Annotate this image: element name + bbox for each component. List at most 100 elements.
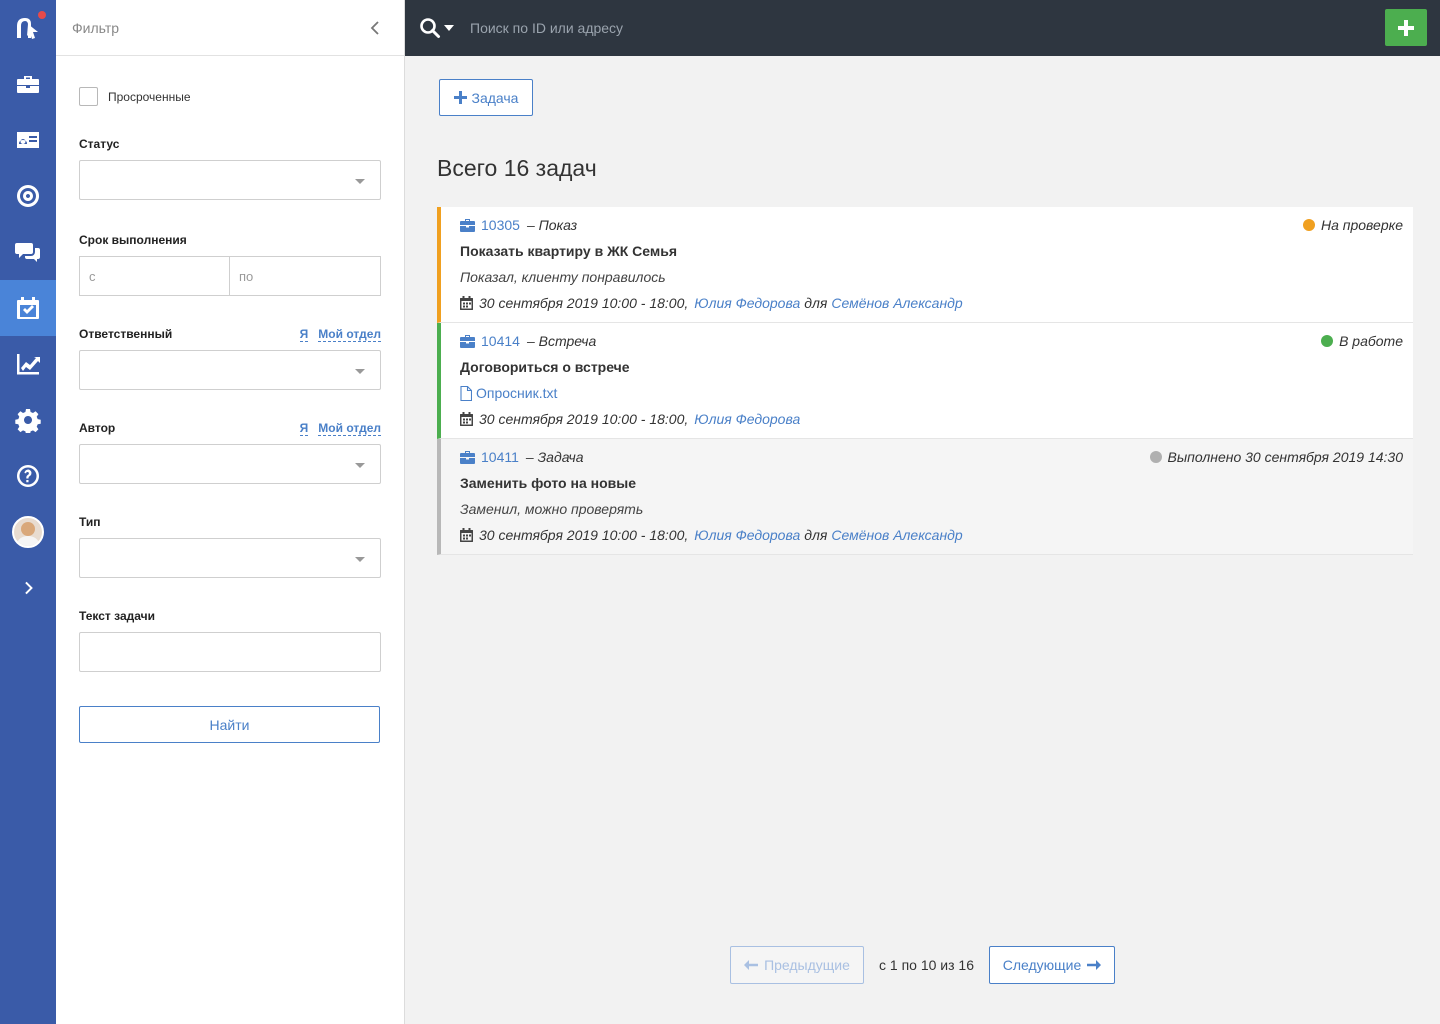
for-word: для [804, 527, 828, 543]
overdue-filter[interactable]: Просроченные [79, 87, 381, 106]
pagination: Предыдущие с 1 по 10 из 16 Следующие [730, 946, 1115, 984]
task-id-link[interactable]: 10411 [481, 449, 519, 465]
attachment[interactable]: Опросник.txt [460, 385, 1403, 401]
task-text-input[interactable] [79, 632, 381, 672]
status-badge: Выполнено 30 сентября 2019 14:30 [1149, 449, 1403, 465]
help-icon [17, 465, 40, 487]
task-list: 10305 – Показ На проверке Показать кварт… [437, 207, 1413, 555]
logo-icon [17, 18, 38, 39]
plus-icon [1398, 19, 1414, 36]
for-word: для [804, 295, 828, 311]
task-card[interactable]: 10411 – Задача Выполнено 30 сентября 201… [437, 439, 1413, 555]
chevron-left-icon [370, 20, 379, 35]
author-select[interactable] [79, 444, 381, 484]
prev-page-label: Предыдущие [764, 957, 850, 973]
overdue-label: Просроченные [108, 89, 191, 104]
logo[interactable] [0, 0, 56, 56]
page-info: с 1 по 10 из 16 [879, 957, 974, 973]
plus-icon [453, 91, 467, 104]
target-icon [17, 185, 40, 207]
sidebar-item-chat[interactable] [0, 224, 56, 280]
responsible-me-link[interactable]: Я [299, 327, 309, 342]
prev-page-button[interactable]: Предыдущие [730, 946, 864, 984]
filter-title: Фильтр [72, 19, 120, 36]
deadline-from-input[interactable] [79, 256, 230, 296]
task-type: – Показ [526, 217, 578, 233]
status-dot [1302, 219, 1315, 231]
page-title: Всего 16 задач [437, 155, 597, 181]
task-type: – Задача [525, 449, 584, 465]
client-link[interactable]: Семёнов Александр [831, 295, 962, 311]
filter-panel: Фильтр Просроченные Статус Срок выполнен… [56, 0, 405, 1024]
type-select[interactable] [79, 538, 381, 578]
chevron-right-icon [25, 581, 33, 595]
arrow-left-icon [744, 960, 759, 970]
task-card[interactable]: 10414 – Встреча В работе Договориться о … [437, 323, 1413, 439]
sidebar-item-help[interactable] [0, 448, 56, 504]
sidebar-item-goals[interactable] [0, 168, 56, 224]
search-input[interactable]: Поиск по ID или адресу [470, 20, 623, 36]
top-bar: Поиск по ID или адресу [405, 0, 1440, 56]
chart-icon [17, 354, 40, 375]
overdue-checkbox[interactable] [79, 87, 98, 106]
next-page-label: Следующие [1002, 957, 1082, 973]
client-link[interactable]: Семёнов Александр [831, 527, 962, 543]
briefcase-icon [460, 334, 475, 348]
status-dot [1321, 335, 1334, 347]
collapse-filter-button[interactable] [364, 16, 388, 40]
next-page-button[interactable]: Следующие [989, 946, 1115, 984]
author-my-dept-link[interactable]: Мой отдел [318, 421, 381, 436]
new-task-button[interactable]: Задача [439, 79, 533, 116]
sidebar-item-analytics[interactable] [0, 336, 56, 392]
calendar-icon [460, 296, 473, 310]
calendar-icon [460, 528, 473, 542]
filter-header: Фильтр [56, 0, 404, 56]
briefcase-icon [460, 218, 475, 232]
task-date: 30 сентября 2019 10:00 - 18:00, [479, 295, 689, 311]
task-card[interactable]: 10305 – Показ На проверке Показать кварт… [437, 207, 1413, 323]
author-me-link[interactable]: Я [299, 421, 309, 436]
chat-icon [15, 243, 40, 262]
sidebar-item-contacts[interactable] [0, 112, 56, 168]
task-id-link[interactable]: 10414 [481, 333, 520, 349]
briefcase-icon [460, 450, 475, 464]
attachment-link[interactable]: Опросник.txt [476, 385, 557, 401]
responsible-my-dept-link[interactable]: Мой отдел [318, 327, 381, 342]
status-badge: На проверке [1302, 217, 1403, 233]
add-button[interactable] [1385, 9, 1427, 46]
deadline-range [79, 256, 381, 296]
status-dot [1149, 451, 1162, 463]
status-select[interactable] [79, 160, 381, 200]
assignee-link[interactable]: Юлия Федорова [694, 411, 800, 427]
deadline-label: Срок выполнения [79, 233, 187, 247]
assignee-link[interactable]: Юлия Федорова [694, 527, 800, 543]
task-type: – Встреча [526, 333, 597, 349]
task-id-link[interactable]: 10305 [481, 217, 520, 233]
contact-card-icon [17, 132, 39, 148]
briefcase-icon [17, 76, 39, 93]
responsible-select[interactable] [79, 350, 381, 390]
task-date: 30 сентября 2019 10:00 - 18:00, [479, 527, 689, 543]
status-text: Выполнено 30 сентября 2019 14:30 [1167, 449, 1403, 465]
find-button[interactable]: Найти [79, 706, 380, 743]
search-mode-button[interactable] [419, 17, 454, 39]
file-icon [460, 385, 472, 401]
status-text: В работе [1339, 333, 1403, 349]
search-icon [420, 18, 440, 38]
type-label: Тип [79, 515, 101, 529]
deadline-to-input[interactable] [230, 256, 381, 296]
task-comment: Заменил, можно проверять [460, 501, 644, 517]
assignee-link[interactable]: Юлия Федорова [694, 295, 800, 311]
task-date: 30 сентября 2019 10:00 - 18:00, [479, 411, 689, 427]
main-content: Задача Всего 16 задач 10305 – Показ На п… [405, 56, 1440, 1024]
avatar [12, 516, 44, 548]
status-label: Статус [79, 137, 120, 151]
status-badge: В работе [1321, 333, 1403, 349]
task-text-label: Текст задачи [79, 609, 155, 623]
sidebar-item-settings[interactable] [0, 392, 56, 448]
sidebar-item-deals[interactable] [0, 56, 56, 112]
sidebar-expand[interactable] [0, 560, 56, 616]
sidebar-item-tasks[interactable] [0, 280, 56, 336]
author-label: Автор [79, 421, 116, 435]
sidebar-item-profile[interactable] [0, 504, 56, 560]
